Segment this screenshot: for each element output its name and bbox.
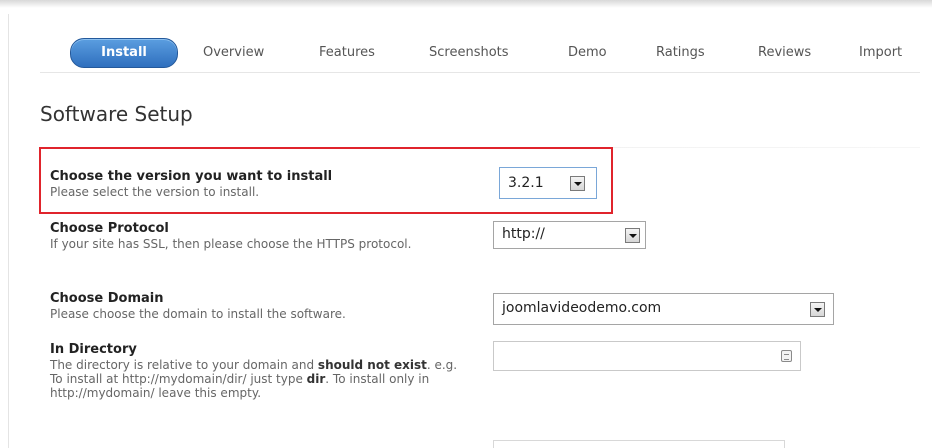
protocol-select-value: http:// [502,226,545,242]
chevron-down-icon [625,228,640,243]
directory-description: The directory is relative to your domain… [50,358,466,400]
tab-import[interactable]: Import [859,45,902,60]
chevron-down-icon [570,176,585,191]
version-select-value: 3.2.1 [508,175,544,191]
tab-demo[interactable]: Demo [568,45,607,60]
directory-label: In Directory [50,342,137,357]
directory-input[interactable] [493,341,801,371]
left-border [8,14,9,448]
install-page: Install Overview Features Screenshots De… [0,0,932,448]
page-title: Software Setup [40,102,193,126]
chevron-down-icon [810,302,825,317]
tab-features[interactable]: Features [319,45,375,60]
tab-overview[interactable]: Overview [203,45,264,60]
tab-screenshots[interactable]: Screenshots [429,45,509,60]
next-field-partial [493,440,785,448]
directory-desc-strong-2: dir [306,372,326,386]
version-label: Choose the version you want to install [50,169,333,184]
protocol-select[interactable]: http:// [493,221,646,249]
tab-install[interactable]: Install [70,38,178,68]
directory-desc-strong-1: should not exist [317,358,427,372]
field-options-icon[interactable] [781,350,792,362]
protocol-description: If your site has SSL, then please choose… [50,237,412,251]
domain-label: Choose Domain [50,291,164,306]
tab-reviews[interactable]: Reviews [758,45,811,60]
domain-description: Please choose the domain to install the … [50,307,346,321]
version-description: Please select the version to install. [50,185,260,199]
version-select[interactable]: 3.2.1 [499,167,597,199]
protocol-label: Choose Protocol [50,221,169,236]
directory-desc-text-1: The directory is relative to your domain… [50,358,318,372]
tab-bar: Install Overview Features Screenshots De… [40,38,920,73]
top-shadow [0,0,932,8]
tab-ratings[interactable]: Ratings [656,45,705,60]
domain-select-value: joomlavideodemo.com [502,300,662,316]
domain-select[interactable]: joomlavideodemo.com [493,293,834,325]
